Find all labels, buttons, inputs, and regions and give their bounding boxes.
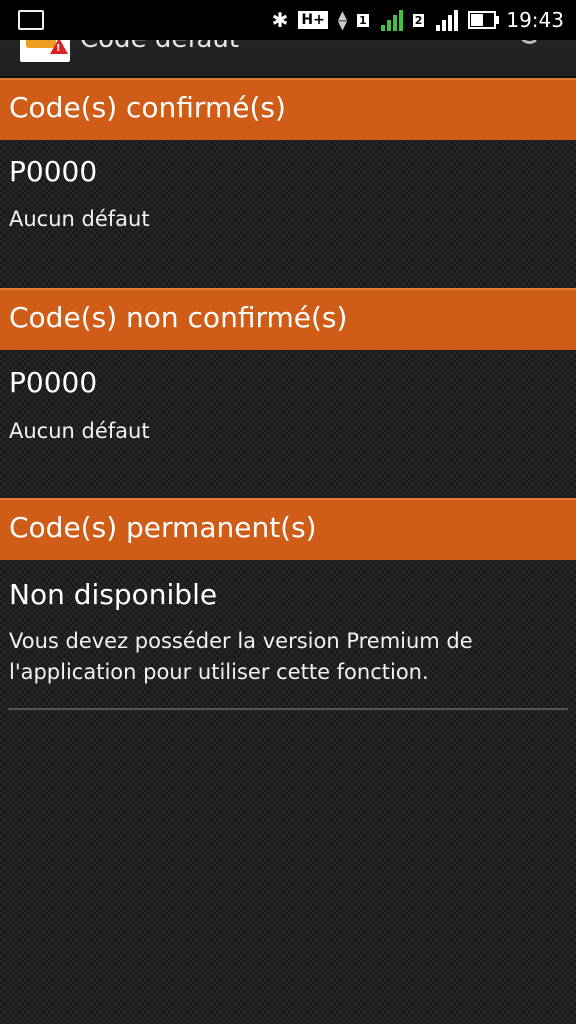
- signal-icon-2: [436, 9, 459, 31]
- section-title: Code(s) permanent(s): [9, 511, 317, 544]
- fault-code: P0000: [9, 366, 98, 399]
- bluetooth-icon: ✱: [271, 8, 289, 32]
- divider: [8, 708, 568, 710]
- section-header-confirmed: Code(s) confirmé(s): [0, 78, 576, 140]
- status-bar: ✱ H+ ▲ ▼ 1 2 19:43: [0, 0, 576, 40]
- clock: 19:43: [506, 8, 564, 32]
- section-header-permanent: Code(s) permanent(s): [0, 498, 576, 560]
- status-text: Non disponible: [9, 578, 218, 611]
- fault-description: Aucun défaut: [9, 207, 150, 231]
- sim1-badge: 1: [357, 13, 369, 27]
- fault-code: P0000: [9, 155, 98, 188]
- sim2-badge: 2: [412, 13, 425, 27]
- battery-icon: [468, 11, 500, 29]
- section-header-unconfirmed: Code(s) non confirmé(s): [0, 288, 576, 350]
- section-title: Code(s) confirmé(s): [9, 91, 286, 124]
- section-title: Code(s) non confirmé(s): [9, 301, 348, 334]
- premium-message: Vous devez posséder la version Premium d…: [9, 629, 473, 684]
- signal-icon: [380, 9, 403, 31]
- network-type-badge: H+: [298, 11, 328, 29]
- notification-icon: [18, 10, 44, 30]
- data-activity-icon: ▲ ▼: [337, 8, 348, 32]
- fault-description: Aucun défaut: [9, 419, 150, 443]
